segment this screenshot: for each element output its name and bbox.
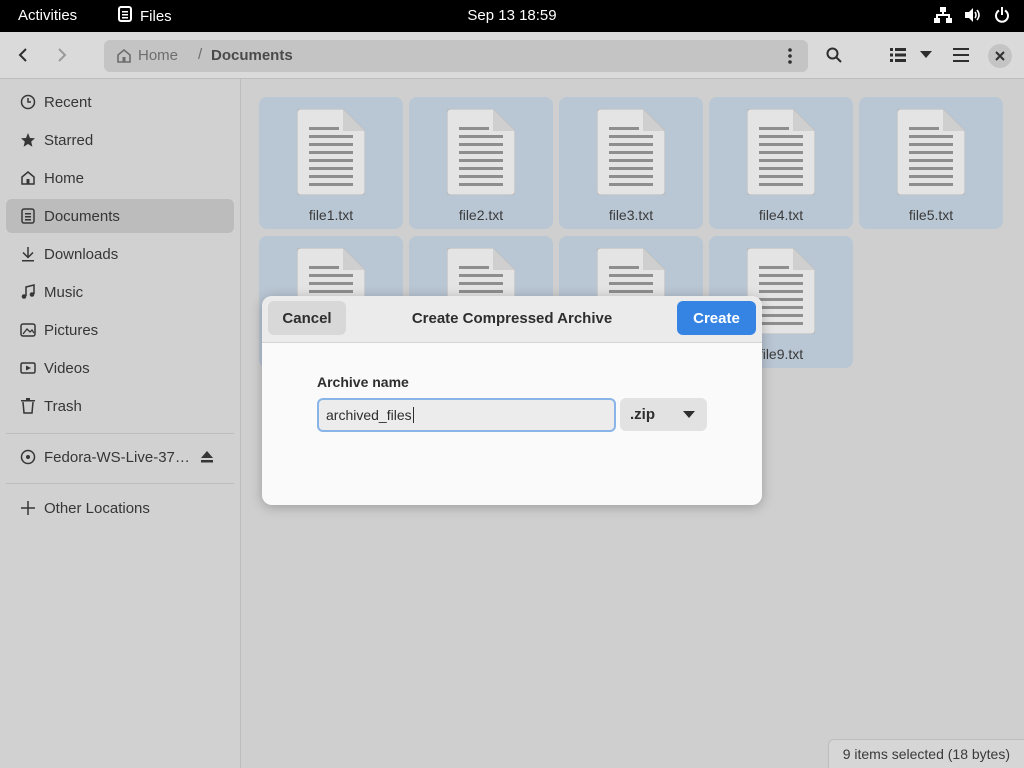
text-file-icon [297, 109, 365, 195]
path-home-button[interactable]: Home [116, 47, 178, 64]
path-bar: Home / Documents [104, 40, 808, 72]
forward-button[interactable] [47, 40, 77, 70]
sidebar-item-label: Videos [44, 359, 90, 377]
archive-name-input[interactable]: archived_files [317, 398, 616, 432]
archive-format-value: .zip [630, 406, 655, 423]
file-item[interactable]: file4.txt [709, 97, 853, 229]
sidebar-item-label: Recent [44, 93, 92, 111]
sidebar-item-starred[interactable]: Starred [6, 123, 234, 157]
path-home-label: Home [138, 47, 179, 64]
path-separator: / [198, 46, 203, 63]
sidebar-item-label: Other Locations [44, 499, 150, 517]
hamburger-icon [953, 48, 969, 62]
sidebar: Recent Starred Home Documents Downloads … [0, 79, 241, 768]
sidebar-item-documents[interactable]: Documents [6, 199, 234, 233]
network-icon [934, 7, 952, 23]
chevron-right-icon [58, 48, 67, 62]
text-caret [412, 407, 414, 423]
star-icon [20, 132, 36, 148]
text-file-icon [447, 109, 515, 195]
clock-icon [20, 94, 36, 110]
chevron-left-icon [18, 48, 27, 62]
cancel-button[interactable]: Cancel [268, 301, 346, 335]
document-icon [20, 208, 36, 224]
file-name: file2.txt [458, 207, 504, 223]
clock[interactable]: Sep 13 18:59 [467, 7, 556, 24]
chevron-down-icon [920, 51, 932, 58]
sidebar-item-label: Documents [44, 207, 120, 225]
back-button[interactable] [8, 40, 38, 70]
top-bar: Activities Files Sep 13 18:59 [0, 0, 1024, 32]
sidebar-item-other-locations[interactable]: Other Locations [6, 491, 234, 525]
file-name: file5.txt [908, 207, 954, 223]
power-icon [994, 7, 1010, 23]
sidebar-item-label: Fedora-WS-Live-37… [44, 448, 190, 466]
files-app-icon [118, 6, 132, 26]
sidebar-item-music[interactable]: Music [6, 275, 234, 309]
trash-icon [20, 398, 36, 414]
plus-icon [20, 500, 36, 516]
archive-format-dropdown[interactable]: .zip [620, 398, 707, 431]
sidebar-item-downloads[interactable]: Downloads [6, 237, 234, 271]
list-view-icon [890, 48, 906, 62]
home-icon [117, 48, 131, 63]
app-menu[interactable]: Files [118, 6, 172, 26]
header-bar: Home / Documents [0, 32, 1024, 79]
close-icon [995, 51, 1005, 61]
chevron-down-icon [683, 411, 695, 418]
home-icon [20, 170, 36, 186]
text-file-icon [597, 109, 665, 195]
view-list-button[interactable] [884, 40, 912, 70]
sidebar-item-drive[interactable]: Fedora-WS-Live-37… [6, 440, 234, 474]
sidebar-item-home[interactable]: Home [6, 161, 234, 195]
sidebar-item-label: Home [44, 169, 85, 187]
eject-icon[interactable] [200, 450, 214, 468]
text-file-icon [897, 109, 965, 195]
sidebar-divider [6, 433, 234, 434]
path-menu-button[interactable] [778, 44, 802, 68]
create-archive-dialog: Cancel Create Compressed Archive Create … [262, 296, 762, 505]
archive-name-value: archived_files [326, 407, 412, 423]
file-name: file4.txt [758, 207, 804, 223]
archive-name-label: Archive name [317, 374, 409, 390]
activities-button[interactable]: Activities [18, 7, 77, 24]
create-button[interactable]: Create [677, 301, 756, 335]
file-name: file1.txt [308, 207, 354, 223]
file-item[interactable]: file5.txt [859, 97, 1003, 229]
sidebar-item-label: Trash [44, 397, 82, 415]
path-current[interactable]: Documents [211, 47, 293, 64]
text-file-icon [747, 109, 815, 195]
sidebar-item-trash[interactable]: Trash [6, 389, 234, 423]
system-tray[interactable] [934, 7, 1010, 23]
music-icon [20, 284, 36, 300]
main-menu-button[interactable] [946, 40, 976, 70]
sidebar-item-pictures[interactable]: Pictures [6, 313, 234, 347]
disc-icon [20, 449, 36, 465]
sidebar-item-label: Music [44, 283, 84, 301]
sidebar-item-videos[interactable]: Videos [6, 351, 234, 385]
dialog-header: Cancel Create Compressed Archive Create [262, 296, 762, 343]
app-name: Files [140, 7, 172, 25]
sidebar-item-recent[interactable]: Recent [6, 85, 234, 119]
video-icon [20, 360, 36, 376]
selection-status: 9 items selected (18 bytes) [827, 739, 1024, 768]
sidebar-divider [6, 483, 234, 484]
search-button[interactable] [820, 40, 848, 70]
download-icon [20, 246, 36, 262]
kebab-icon [788, 48, 792, 64]
picture-icon [20, 322, 36, 338]
file-name: file3.txt [608, 207, 654, 223]
volume-icon [964, 7, 982, 23]
search-icon [826, 47, 842, 63]
close-window-button[interactable] [988, 44, 1012, 68]
file-item[interactable]: file2.txt [409, 97, 553, 229]
sidebar-item-label: Pictures [44, 321, 99, 339]
file-item[interactable]: file1.txt [259, 97, 403, 229]
file-item[interactable]: file3.txt [559, 97, 703, 229]
sidebar-item-label: Starred [44, 131, 94, 149]
view-options-button[interactable] [914, 40, 938, 70]
sidebar-item-label: Downloads [44, 245, 119, 263]
